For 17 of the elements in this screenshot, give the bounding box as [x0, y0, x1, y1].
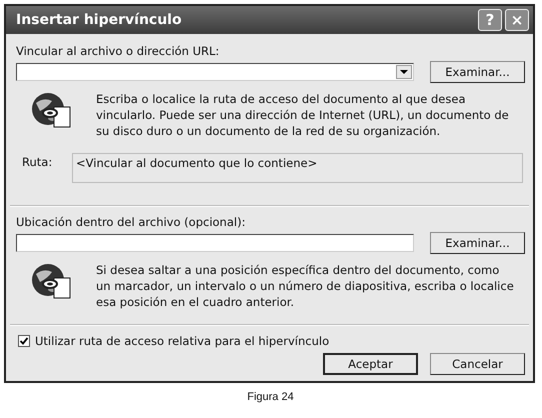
- field-label: Ubicación dentro del archivo (opcional):: [16, 215, 246, 229]
- cancel-button[interactable]: Cancelar: [430, 353, 525, 375]
- window-title: Insertar hipervínculo: [16, 12, 182, 28]
- dropdown-button[interactable]: [396, 65, 412, 79]
- url-combo-box[interactable]: [16, 63, 414, 81]
- field-label: Vincular al archivo o dirección URL:: [16, 44, 220, 58]
- location-field[interactable]: [16, 234, 414, 252]
- figure-caption: Figura 24: [246, 391, 295, 403]
- path-label: Ruta:: [22, 154, 54, 169]
- ok-button[interactable]: Aceptar: [323, 353, 418, 375]
- checkbox[interactable]: [18, 335, 30, 347]
- checkbox-label: Utilizar ruta de acceso relativa para el hipervínculo: [35, 334, 330, 348]
- hint-text: Escriba o localice la ruta de acceso del documento al que desea vincularlo. Puede ser una dirección de Internet (URL), un documento de su disco duro o un documento de la red de su organización.: [96, 91, 510, 139]
- browse-button[interactable]: Examinar...: [430, 232, 525, 254]
- browse-button[interactable]: Examinar...: [430, 61, 525, 83]
- hint-text: Si desea saltar a una posición específica dentro del documento, como un marcador, un intervalo o un número de diapositiva, escriba o localice esa posición en el cuadro anterior.: [96, 262, 514, 310]
- path-value: <Vincular al documento que lo contiene>: [72, 153, 523, 183]
